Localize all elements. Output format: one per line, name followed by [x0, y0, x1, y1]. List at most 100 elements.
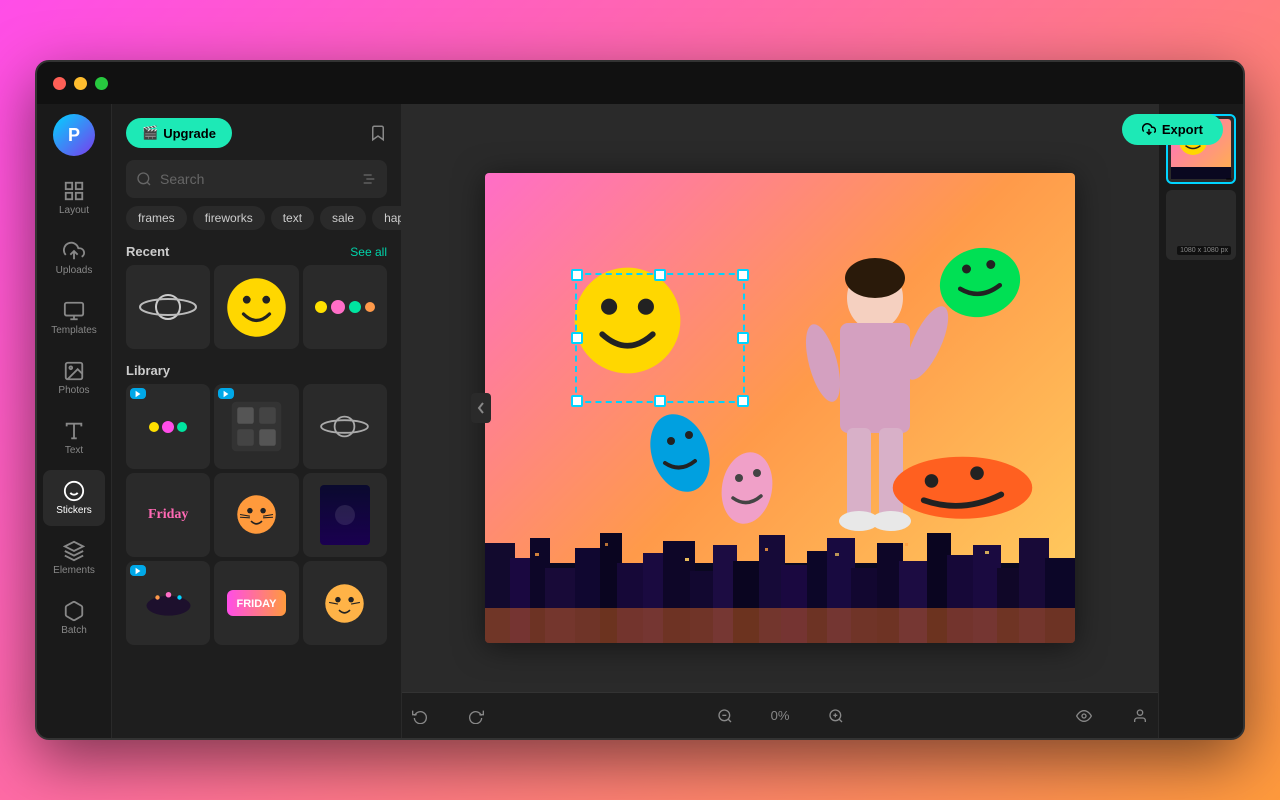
library-section-header: Library — [112, 357, 401, 384]
text-icon — [63, 420, 85, 442]
photos-icon — [63, 360, 85, 382]
sticker-cell-tiger2[interactable] — [303, 561, 387, 645]
handle-tm[interactable] — [654, 269, 666, 281]
sticker-cell-friday2[interactable]: FRIDAY — [214, 561, 298, 645]
search-bar — [126, 160, 387, 198]
friday-sticker: Friday — [148, 507, 188, 523]
pink-smiley-sticker — [715, 443, 780, 533]
sticker-cell-saturn2[interactable] — [303, 384, 387, 468]
batch-icon — [63, 600, 85, 622]
selection-box — [575, 273, 745, 403]
tag-text[interactable]: text — [271, 206, 314, 230]
orange-smiley-sticker — [885, 433, 1040, 528]
canvas-toolbar: 0% — [402, 692, 1158, 738]
maximize-dot[interactable] — [95, 77, 108, 90]
friday2-sticker: FRIDAY — [227, 590, 286, 616]
sticker-cell-dots2[interactable] — [126, 384, 210, 468]
redo-button[interactable] — [458, 702, 494, 730]
library-scroll[interactable]: Friday — [112, 384, 401, 738]
minimize-dot[interactable] — [74, 77, 87, 90]
canvas-container: 0% — [402, 104, 1158, 738]
bookmark-icon[interactable] — [369, 124, 387, 142]
sticker-cell-saturn[interactable] — [126, 265, 210, 349]
uploads-icon — [63, 240, 85, 262]
handle-bl[interactable] — [571, 395, 583, 407]
close-dot[interactable] — [53, 77, 66, 90]
handle-mr[interactable] — [737, 332, 749, 344]
templates-icon — [63, 300, 85, 322]
tag-happ[interactable]: happ — [372, 206, 401, 230]
city-skyline — [485, 523, 1075, 643]
sidebar-item-layout[interactable]: Layout — [43, 170, 105, 226]
app-logo[interactable]: P — [53, 114, 95, 156]
photos-label: Photos — [58, 385, 89, 396]
saturn-sticker-2 — [312, 404, 377, 449]
library-grid: Friday — [112, 384, 401, 653]
panel-header: 🎬 Upgrade — [112, 104, 401, 156]
browser-dots — [53, 77, 108, 90]
sidebar-item-text[interactable]: Text — [43, 410, 105, 466]
elements-label: Elements — [53, 565, 95, 576]
handle-tr[interactable] — [737, 269, 749, 281]
tag-frames[interactable]: frames — [126, 206, 187, 230]
batch-label: Batch — [61, 625, 87, 636]
video-badge — [130, 388, 146, 399]
handle-tl[interactable] — [571, 269, 583, 281]
handle-ml[interactable] — [571, 332, 583, 344]
layout-label: Layout — [59, 205, 89, 216]
search-input[interactable] — [160, 171, 361, 187]
tag-fireworks[interactable]: fireworks — [193, 206, 265, 230]
sticker-cell-tiger[interactable] — [214, 473, 298, 557]
tiger-sticker-2 — [317, 576, 372, 631]
sticker-cell-crown[interactable] — [126, 561, 210, 645]
sidebar-item-batch[interactable]: Batch — [43, 590, 105, 646]
export-button[interactable]: Export — [1122, 114, 1223, 145]
handle-br[interactable] — [737, 395, 749, 407]
eye-button[interactable] — [1066, 702, 1102, 730]
tiger-sticker — [229, 487, 284, 542]
undo-button[interactable] — [402, 702, 438, 730]
sidebar-item-photos[interactable]: Photos — [43, 350, 105, 406]
collapse-panel-button[interactable] — [471, 393, 491, 423]
sticker-cell-dots[interactable] — [303, 265, 387, 349]
sidebar-item-uploads[interactable]: Uploads — [43, 230, 105, 286]
zoom-in-button[interactable] — [818, 702, 854, 730]
upgrade-button[interactable]: 🎬 Upgrade — [126, 118, 232, 148]
tags-row: frames fireworks text sale happ — [112, 206, 401, 238]
right-panel: 1080 x 1080 px — [1158, 104, 1243, 738]
zoom-out-icon — [717, 708, 733, 724]
browser-titlebar — [37, 62, 1243, 104]
canvas-outer — [402, 104, 1158, 692]
main-canvas[interactable] — [485, 173, 1075, 643]
filter-icon[interactable] — [361, 171, 377, 187]
see-all-recent[interactable]: See all — [350, 245, 387, 259]
sidebar-item-elements[interactable]: Elements — [43, 530, 105, 586]
zoom-out-button[interactable] — [707, 702, 743, 730]
thumbnail-label — [1226, 178, 1232, 180]
recent-grid — [112, 265, 401, 349]
orange-smiley-svg — [885, 433, 1040, 523]
redo-icon — [468, 708, 484, 724]
header-actions: Export — [1122, 104, 1243, 154]
tag-sale[interactable]: sale — [320, 206, 366, 230]
sticker-cell-friday[interactable]: Friday — [126, 473, 210, 557]
person-button[interactable] — [1122, 702, 1158, 730]
text-label: Text — [65, 445, 83, 456]
sidebar-item-stickers[interactable]: Stickers — [43, 470, 105, 526]
sticker-cell-yellow-smiley[interactable] — [214, 265, 298, 349]
zoom-percent: 0% — [763, 708, 798, 723]
recent-section-header: Recent See all — [112, 238, 401, 265]
handle-bm[interactable] — [654, 395, 666, 407]
sticker-cell-dark[interactable] — [303, 473, 387, 557]
canvas-wrapper-outer: Export — [402, 104, 1243, 738]
green-smiley-svg — [935, 233, 1025, 323]
eye-icon — [1076, 708, 1092, 724]
sticker-cell-flower[interactable] — [214, 384, 298, 468]
download-icon — [1142, 122, 1156, 136]
recent-title: Recent — [126, 244, 169, 259]
thumbnail-card-2[interactable]: 1080 x 1080 px — [1166, 190, 1236, 260]
sidebar-item-templates[interactable]: Templates — [43, 290, 105, 346]
crown-sticker — [141, 583, 196, 623]
chevron-left-icon — [476, 402, 486, 414]
app-container: P Layout Uploads — [37, 104, 1243, 738]
